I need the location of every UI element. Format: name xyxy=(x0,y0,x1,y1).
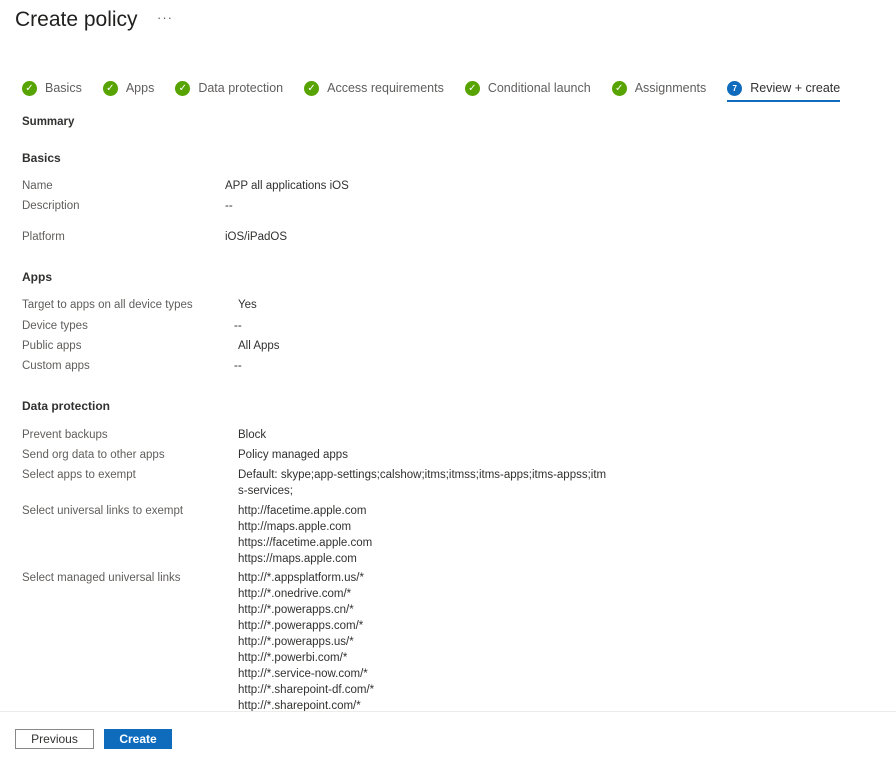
previous-button[interactable]: Previous xyxy=(15,729,94,749)
check-circle-icon: ✓ xyxy=(304,80,320,96)
step-label: Review + create xyxy=(750,81,841,95)
step-label: Assignments xyxy=(634,81,707,95)
list-item: http://*.powerbi.com/* xyxy=(238,652,348,664)
section-data-protection-heading: Data protection xyxy=(22,399,111,413)
step-label: Data protection xyxy=(198,81,284,95)
row-label: Select managed universal links xyxy=(22,572,181,584)
tab-apps[interactable]: ✓ Apps xyxy=(102,79,155,97)
list-item: http://*.appsplatform.us/* xyxy=(238,572,364,584)
row-value: -- xyxy=(225,200,233,212)
row-label: Target to apps on all device types xyxy=(22,299,193,311)
row-value: -- xyxy=(234,320,242,332)
row-label: Prevent backups xyxy=(22,429,108,441)
section-apps-heading: Apps xyxy=(22,270,52,284)
step-label: Access requirements xyxy=(327,81,444,95)
create-button[interactable]: Create xyxy=(104,729,172,749)
wizard-steps: ✓ Basics ✓ Apps ✓ Data protection ✓ Access r… xyxy=(22,79,861,105)
step-label: Conditional launch xyxy=(487,81,591,95)
list-item: http://*.powerapps.us/* xyxy=(238,636,354,648)
check-circle-icon: ✓ xyxy=(175,80,191,96)
page-title: Create policy xyxy=(15,8,138,31)
more-options-button[interactable]: ··· xyxy=(157,10,173,25)
step-label: Apps xyxy=(125,81,155,95)
check-circle-icon: ✓ xyxy=(22,80,37,96)
list-item: http://facetime.apple.com xyxy=(238,505,367,517)
row-value: Policy managed apps xyxy=(238,449,348,461)
row-value: All Apps xyxy=(238,340,280,352)
section-basics-heading: Basics xyxy=(22,151,61,165)
row-label: Send org data to other apps xyxy=(22,449,165,461)
row-value: -- xyxy=(234,360,242,372)
list-item: http://*.onedrive.com/* xyxy=(238,588,352,600)
row-label: Custom apps xyxy=(22,360,90,372)
row-value: iOS/iPadOS xyxy=(225,231,287,243)
row-value: APP all applications iOS xyxy=(225,180,349,192)
row-value: Yes xyxy=(238,299,257,311)
managed-links-list: http://*.appsplatform.us/* http://*.oned… xyxy=(238,570,374,714)
row-value: Default: skype;app-settings;calshow;itms… xyxy=(238,469,607,497)
tab-access-requirements[interactable]: ✓ Access requirements xyxy=(304,79,444,97)
row-label: Description xyxy=(22,200,80,212)
tab-conditional-launch[interactable]: ✓ Conditional launch xyxy=(464,79,591,97)
row-label: Device types xyxy=(22,320,88,332)
summary-heading: Summary xyxy=(22,116,75,128)
universal-links-list: http://facetime.apple.com http://maps.ap… xyxy=(238,503,372,567)
step-number-icon: 7 xyxy=(727,80,743,96)
list-item: http://*.powerapps.com/* xyxy=(238,620,364,632)
list-item: https://maps.apple.com xyxy=(238,553,357,565)
list-item: http://*.sharepoint-df.com/* xyxy=(238,684,375,696)
row-label: Select apps to exempt xyxy=(22,469,136,481)
check-circle-icon: ✓ xyxy=(102,80,118,96)
row-label: Select universal links to exempt xyxy=(22,505,184,517)
tab-assignments[interactable]: ✓ Assignments xyxy=(611,79,707,97)
list-item: http://maps.apple.com xyxy=(238,521,352,533)
check-circle-icon: ✓ xyxy=(464,80,480,96)
step-label: Basics xyxy=(45,81,82,95)
tab-review-create[interactable]: 7 Review + create xyxy=(727,79,841,102)
list-item: http://*.powerapps.cn/* xyxy=(238,604,354,616)
check-circle-icon: ✓ xyxy=(611,80,627,96)
row-label: Name xyxy=(22,180,53,192)
tab-data-protection[interactable]: ✓ Data protection xyxy=(175,79,283,97)
row-value: Block xyxy=(238,429,267,441)
list-item: https://facetime.apple.com xyxy=(238,537,373,549)
list-item: http://*.service-now.com/* xyxy=(238,668,368,680)
row-label: Platform xyxy=(22,231,65,243)
row-label: Public apps xyxy=(22,340,82,352)
tab-basics[interactable]: ✓ Basics xyxy=(22,79,82,97)
